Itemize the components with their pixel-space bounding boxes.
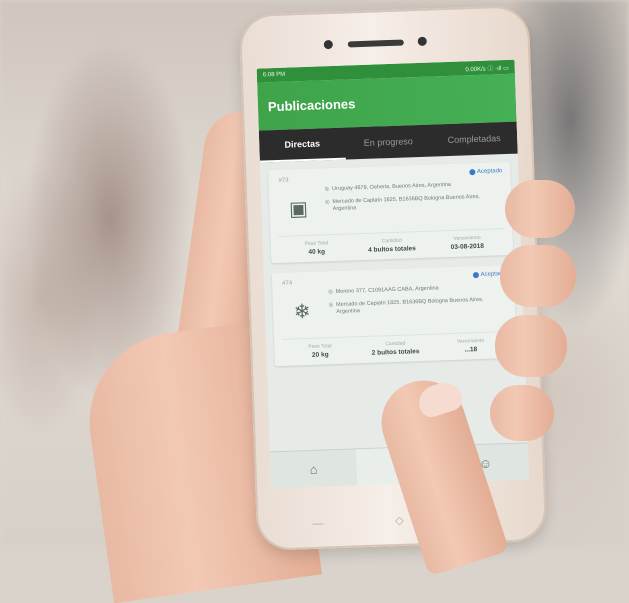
home-key-icon[interactable]: ◇ (394, 515, 404, 527)
stat-weight: Peso Total 40 kg (279, 239, 355, 257)
stat-label: Cantidad (381, 237, 402, 245)
status-dot-icon (472, 272, 479, 279)
hand-finger (495, 315, 567, 377)
card-id: #73 (278, 177, 289, 184)
publication-card[interactable]: #74 Aceptado ❄ ⌾ Moreno 377, C1091AAG CA… (271, 264, 517, 367)
stat-quantity: Cantidad 4 bultos totales (354, 237, 430, 255)
stat-label: Peso Total (304, 240, 329, 248)
hand-finger (500, 245, 576, 307)
stat-label: Cantidad (385, 340, 406, 348)
destination-text: Mercado de Caplatn 1825, B1636BQ Bologna… (332, 193, 480, 213)
location-pin-icon: ⌾ (328, 289, 333, 297)
origin-address: ⌾ Moreno 377, C1091AAG CABA, Argentina (328, 283, 506, 296)
hardware-nav-keys: — ◇ ◁ (256, 505, 546, 531)
location-pin-icon: ⌾ (325, 199, 330, 207)
status-label: Aceptado (476, 168, 503, 176)
card-stats: Peso Total 20 kg Cantidad 2 bultos total… (282, 331, 509, 360)
back-key-icon[interactable]: — (312, 518, 323, 530)
publication-list: #73 Aceptado ▣ ⌾ Uruguay 4679, Oeheria, … (260, 154, 525, 367)
tab-directas[interactable]: Directas (258, 127, 346, 163)
hand-finger (505, 180, 575, 238)
origin-address: ⌾ Uruguay 4679, Oeheria, Buenos Aires, A… (325, 180, 503, 193)
origin-text: Moreno 377, C1091AAG CABA, Argentina (335, 285, 439, 296)
stat-label: Vencimiento (453, 234, 481, 242)
location-pin-icon: ⌾ (324, 186, 330, 194)
destination-address: ⌾ Mercado de Caplatn 1825, B1636BQ Bolog… (325, 193, 503, 213)
card-stats: Peso Total 40 kg Cantidad 4 bultos total… (278, 228, 506, 257)
tab-completadas[interactable]: Completadas (431, 122, 518, 157)
status-indicators: 0.00K/s ⓘ ·ıll ▭ (465, 65, 509, 73)
location-pin-icon: ⌾ (328, 302, 334, 310)
publication-card[interactable]: #73 Aceptado ▣ ⌾ Uruguay 4679, Oeheria, … (268, 161, 514, 264)
front-camera-icon (417, 36, 427, 46)
stat-label: Peso Total (308, 343, 332, 350)
tab-en-progreso[interactable]: En progreso (345, 125, 432, 160)
hand-finger (490, 385, 554, 441)
destination-text: Mercado de Capiatn 1825, B1636BQ Bologna… (336, 296, 484, 315)
page-title: Publicaciones (267, 95, 356, 114)
stat-expiry: Vencimiento 03-08-2018 (429, 234, 505, 252)
origin-text: Uruguay 4679, Oeheria, Buenos Aires, Arg… (331, 181, 452, 193)
card-id: #74 (282, 280, 293, 287)
stat-value: 40 kg (308, 248, 326, 256)
status-time: 6:08 PM (262, 71, 286, 79)
stat-quantity: Cantidad 2 bultos totales (358, 340, 434, 358)
home-icon[interactable]: ⌂ (270, 449, 357, 488)
front-sensor-icon (323, 39, 333, 50)
earpiece-speaker (347, 39, 404, 48)
stat-value: 03-08-2018 (450, 242, 485, 251)
status-dot-icon (468, 169, 476, 176)
snowflake-icon: ❄ (293, 300, 311, 323)
stat-value: 20 kg (311, 351, 329, 359)
stat-value: 4 bultos totales (368, 245, 416, 254)
status-badge: Aceptado (468, 168, 503, 176)
stat-weight: Peso Total 20 kg (282, 342, 358, 360)
box-icon: ▣ (288, 197, 309, 221)
stat-value: 2 bultos totales (371, 348, 420, 357)
destination-address: ⌾ Mercado de Capiatn 1825, B1636BQ Bolog… (329, 296, 507, 316)
